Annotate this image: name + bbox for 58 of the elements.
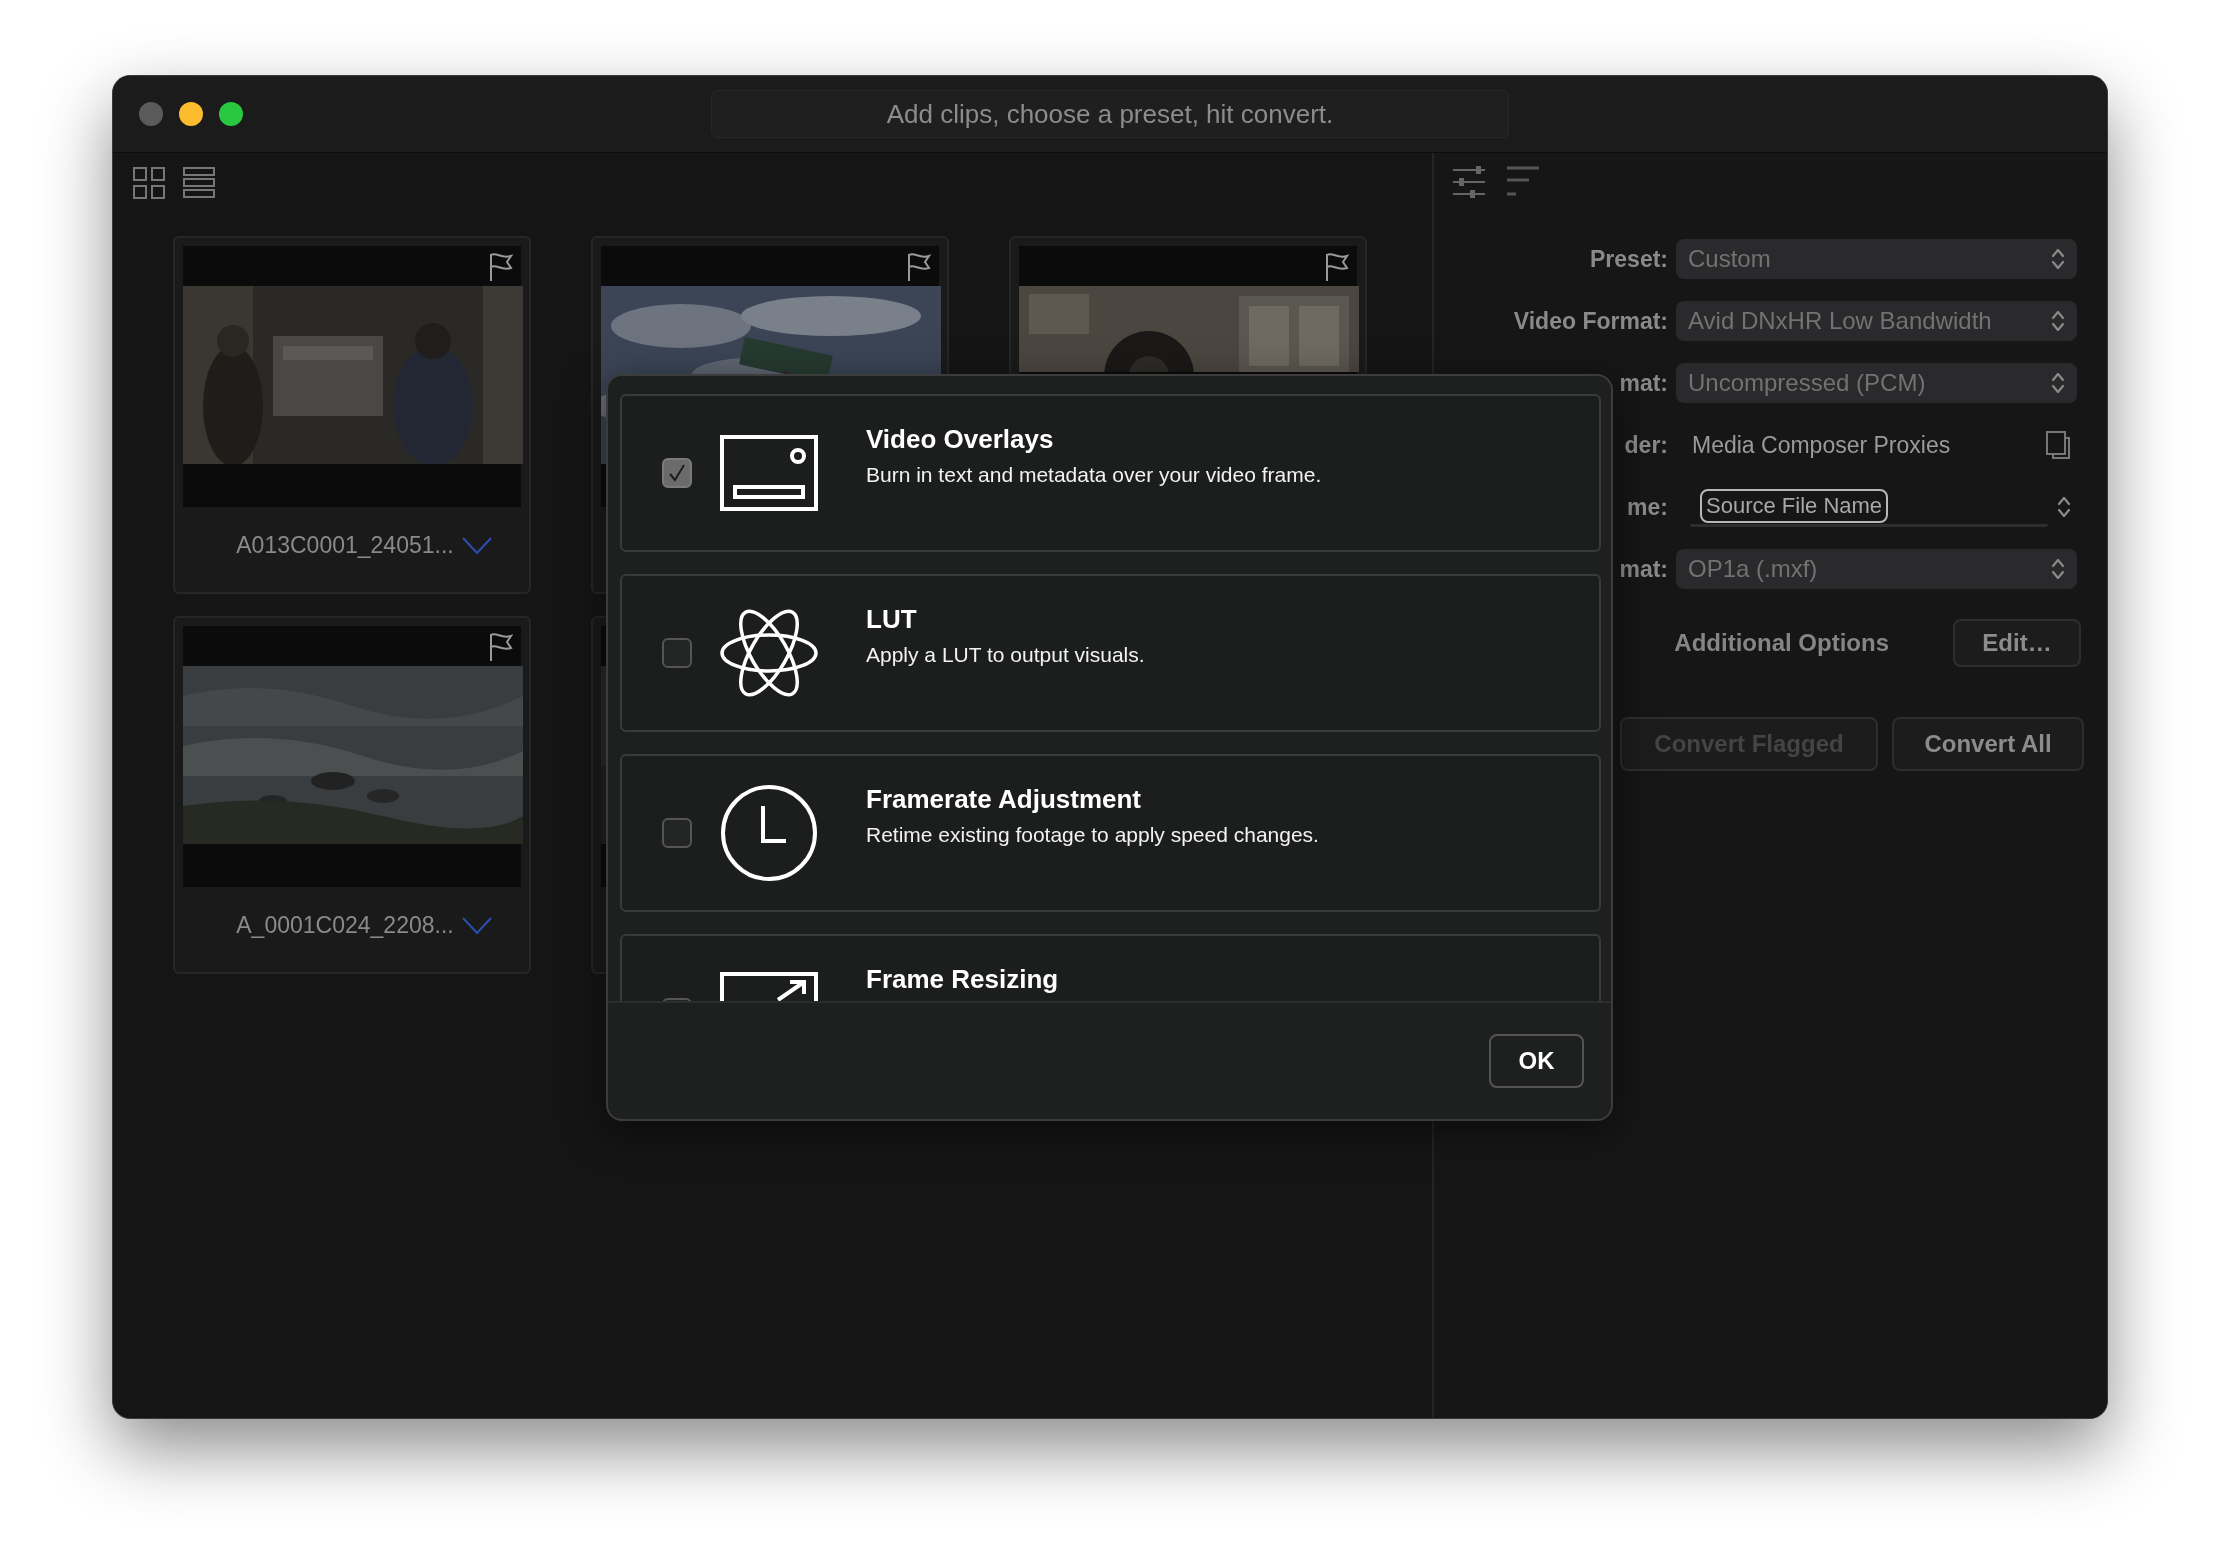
up-down-arrows-icon <box>2057 495 2071 519</box>
sliders-icon[interactable] <box>1452 165 1486 199</box>
field-label: Video Format: <box>1513 307 1668 335</box>
option-description: Apply a LUT to output visuals. <box>866 643 1146 667</box>
option-card[interactable]: LUT Apply a LUT to output visuals. <box>620 574 1601 732</box>
option-title: LUT <box>866 604 918 635</box>
flag-icon[interactable] <box>489 252 513 282</box>
additional-options-label: Additional Options <box>1673 629 1889 657</box>
copy-icon[interactable] <box>2045 430 2071 460</box>
file-name-field[interactable]: Source File Name <box>1690 487 2048 527</box>
option-card[interactable]: Framerate Adjustment Retime existing footage to apply speed changes. <box>620 754 1601 912</box>
window-title: Add clips, choose a preset, hit convert. <box>711 90 1509 138</box>
field-label: der: <box>1624 431 1668 459</box>
minimize-button[interactable] <box>179 102 203 126</box>
flag-icon[interactable] <box>489 632 513 662</box>
screen-icon <box>720 435 818 511</box>
dropdown[interactable]: Uncompressed (PCM) <box>1676 363 2077 403</box>
convert-all-button[interactable]: Convert All <box>1892 717 2084 771</box>
folder-name: Media Composer Proxies <box>1692 431 1951 459</box>
clip-card[interactable]: A_0001C024_2208... <box>173 616 531 974</box>
option-card[interactable]: Video Overlays Burn in text and metadata over your video frame. <box>620 394 1601 552</box>
flag-icon[interactable] <box>1325 252 1349 282</box>
checkbox[interactable] <box>662 818 692 848</box>
option-description: Burn in text and metadata over your video frame. <box>866 463 1323 487</box>
up-down-arrows-icon <box>2051 371 2065 395</box>
filter-icon[interactable] <box>1506 165 1540 199</box>
dropdown[interactable]: Avid DNxHR Low Bandwidth <box>1676 301 2077 341</box>
up-down-arrows-icon <box>2051 247 2065 271</box>
field-label: me: <box>1627 493 1668 521</box>
up-down-arrows-icon <box>2051 557 2065 581</box>
ok-button[interactable]: OK <box>1489 1034 1584 1088</box>
option-description: Retime existing footage to apply speed changes. <box>866 823 1320 847</box>
token-chip[interactable]: Source File Name <box>1700 488 1889 523</box>
dropdown[interactable]: OP1a (.mxf) <box>1676 549 2077 589</box>
clip-name: A013C0001_24051... <box>236 532 454 559</box>
checkbox[interactable] <box>662 458 692 488</box>
up-down-arrows-icon <box>2051 309 2065 333</box>
option-title: Framerate Adjustment <box>866 784 1142 815</box>
clip-name: A_0001C024_2208... <box>236 912 454 939</box>
option-card[interactable]: Frame Resizing <box>620 934 1601 1001</box>
dropdown[interactable]: Custom <box>1676 239 2077 279</box>
checkmark-icon <box>667 463 687 483</box>
option-title: Frame Resizing <box>866 964 1060 995</box>
flag-icon[interactable] <box>907 252 931 282</box>
field-label: mat: <box>1619 369 1668 397</box>
option-title: Video Overlays <box>866 424 1055 455</box>
grid-view-icon[interactable] <box>133 167 165 199</box>
field-label: Preset: <box>1590 245 1668 273</box>
chevron-down-icon[interactable] <box>461 916 492 935</box>
list-view-icon[interactable] <box>183 167 215 199</box>
zoom-button[interactable] <box>219 102 243 126</box>
clock-icon <box>720 784 818 882</box>
close-button[interactable] <box>139 102 163 126</box>
edit-button[interactable]: Edit… <box>1953 619 2081 667</box>
field-label: mat: <box>1619 555 1668 583</box>
checkbox[interactable] <box>662 638 692 668</box>
clip-card[interactable]: A013C0001_24051... <box>173 236 531 594</box>
chevron-down-icon[interactable] <box>461 536 492 555</box>
